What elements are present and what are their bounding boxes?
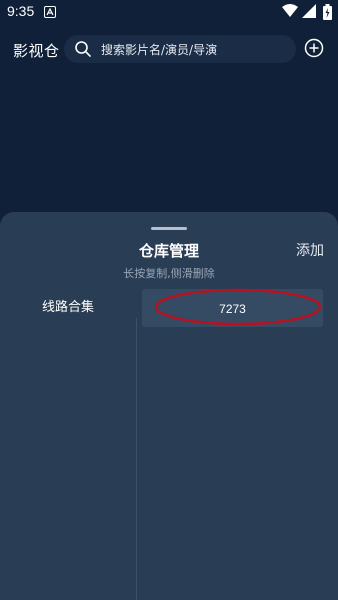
app-title: 影视仓 xyxy=(13,42,60,60)
screen: 9:35 影视仓 搜索影片名/演员/导演 仓库管理 添加 长按复制,侧滑删除 线… xyxy=(0,0,338,600)
sheet-subtitle: 长按复制,侧滑删除 xyxy=(123,267,215,280)
status-time: 9:35 xyxy=(7,3,35,19)
search-icon xyxy=(75,41,91,57)
drag-handle[interactable] xyxy=(151,227,187,230)
sheet-title: 仓库管理 xyxy=(138,242,199,260)
search-input[interactable]: 搜索影片名/演员/导演 xyxy=(64,35,296,63)
repo-manager-sheet: 仓库管理 添加 长按复制,侧滑删除 线路合集 7273 xyxy=(0,212,338,600)
add-button[interactable]: 添加 xyxy=(296,240,324,260)
add-circle-icon[interactable] xyxy=(304,38,324,58)
signal-icon xyxy=(302,4,316,18)
repo-item[interactable]: 7273 xyxy=(142,289,323,327)
notification-icon xyxy=(44,6,56,18)
app-header: 影视仓 搜索影片名/演员/导演 xyxy=(0,30,338,70)
status-bar: 9:35 xyxy=(0,0,338,24)
category-item[interactable]: 线路合集 xyxy=(0,289,136,323)
search-placeholder: 搜索影片名/演员/导演 xyxy=(101,43,218,57)
wifi-icon xyxy=(282,4,298,17)
repo-list: 7273 xyxy=(137,289,338,600)
category-list: 线路合集 xyxy=(0,289,136,600)
battery-icon xyxy=(323,4,332,20)
